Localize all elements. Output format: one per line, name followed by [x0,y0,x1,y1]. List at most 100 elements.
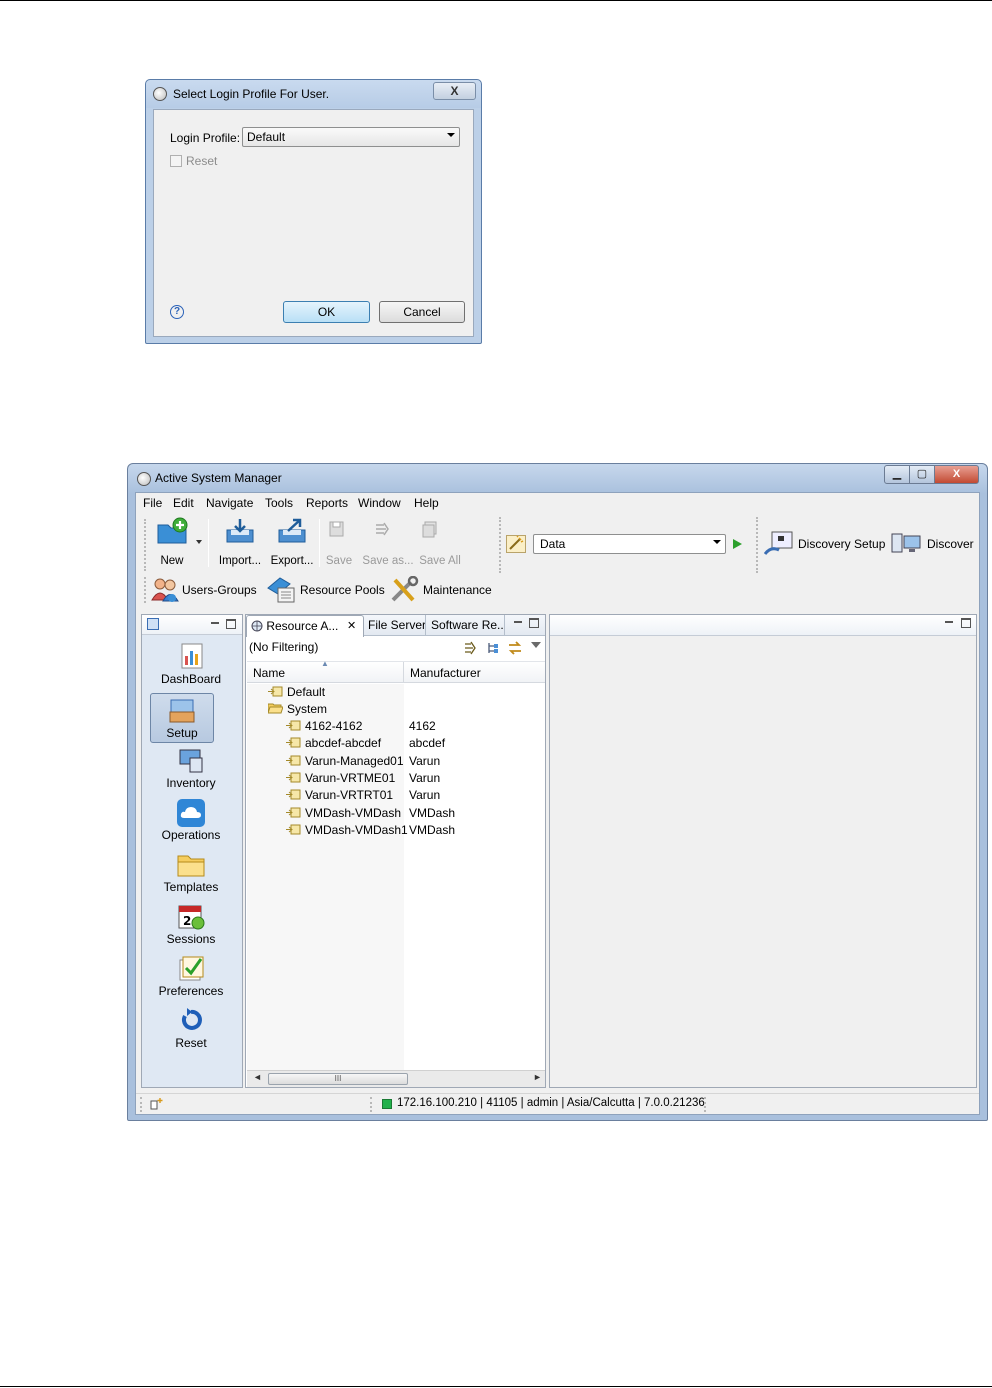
export-icon [278,518,306,543]
nav-sessions[interactable]: 2 Sessions [142,902,240,950]
minimize-panel-icon[interactable] [210,619,220,629]
tree-row[interactable]: Varun-VRTRT01 [286,787,393,804]
data-select-value: Data [540,537,566,551]
horizontal-scrollbar[interactable]: ◄ III ► [247,1070,545,1087]
maximize-panel-icon[interactable] [529,618,539,628]
sort-ascending-icon: ▲ [321,659,329,668]
connection-status-icon [382,1099,392,1109]
resource-pools-button[interactable]: Resource Pools [266,576,385,604]
nav-inventory-label: Inventory [166,776,216,790]
nav-setup[interactable]: Setup [150,693,214,743]
plug-connector-icon [286,823,301,835]
menu-tools[interactable]: Tools [265,496,293,510]
minimize-panel-icon[interactable] [513,618,523,628]
nav-operations[interactable]: Operations [142,798,240,846]
fast-view-icon[interactable] [150,1097,164,1111]
tree-row[interactable]: Varun-VRTME01 [286,770,395,787]
tree-node-system-label: System [287,702,328,716]
page-bottom-rule [0,1386,992,1387]
users-groups-label: Users-Groups [182,583,257,597]
tree-row-name: Varun-VRTME01 [305,770,396,785]
tab-resource-allocation[interactable]: Resource A... ✕ [246,615,364,637]
app-globe-icon [153,87,167,101]
statusbar-grip [140,1097,142,1112]
tree-row[interactable]: abcdef-abcdef [286,735,381,752]
reset-checkbox[interactable] [170,155,182,167]
new-button[interactable]: New [150,517,194,567]
maximize-panel-icon[interactable] [226,619,236,629]
scroll-thumb[interactable]: III [268,1073,408,1085]
nav-templates[interactable]: Templates [142,850,240,898]
view-menu-chevron-icon[interactable] [531,642,541,648]
login-profile-select[interactable]: Default [242,127,460,147]
close-button[interactable]: X [934,465,979,484]
save-all-button[interactable]: Save All [418,517,462,567]
nav-dashboard[interactable]: DashBoard [142,642,240,690]
menu-help[interactable]: Help [414,496,439,510]
save-as-button[interactable]: Save as... [362,517,414,567]
tree-row[interactable]: 4162-4162 [286,718,362,735]
export-button[interactable]: Export... [268,517,316,567]
tree-row-name: Varun-Managed01 [305,753,404,768]
tab-software-repositories[interactable]: Software Re... [427,615,505,635]
tree-node-default[interactable]: Default [268,684,325,701]
nav-inventory[interactable]: Inventory [142,746,240,794]
toolbar-grip [144,519,146,571]
data-wizard-icon[interactable] [506,535,526,553]
discover-button[interactable]: Discover [891,530,975,558]
setup-inbox-icon [167,696,197,726]
maximize-button[interactable]: ▢ [909,465,935,484]
expand-arrow-icon[interactable] [463,641,477,655]
tree-node-system[interactable]: System [267,701,328,718]
sync-arrows-icon[interactable] [507,641,523,655]
chevron-down-icon [713,540,721,544]
scroll-left-icon[interactable]: ◄ [253,1072,262,1082]
tree-row[interactable]: VMDash-VMDash [286,805,401,822]
column-name[interactable]: Name ▲ [247,659,404,683]
nav-sessions-label: Sessions [166,932,216,946]
connection-status-text: 172.16.100.210 | 41105 | admin | Asia/Ca… [397,1097,705,1109]
run-play-icon[interactable] [733,539,742,549]
import-label: Import... [218,555,262,567]
tree-row-name: VMDash-VMDash [305,805,402,820]
tree-row-name: VMDash-VMDash1 [305,822,408,837]
help-icon[interactable]: ? [170,305,184,319]
discovery-setup-button[interactable]: Discovery Setup [764,530,886,558]
maintenance-button[interactable]: Maintenance [389,576,497,604]
menu-window[interactable]: Window [358,496,401,510]
maximize-panel-icon[interactable] [961,618,971,628]
ok-button[interactable]: OK [283,301,370,323]
resource-pools-icon [267,577,295,603]
scroll-right-icon[interactable]: ► [533,1072,542,1082]
import-button[interactable]: Import... [216,517,264,567]
menu-edit[interactable]: Edit [173,496,194,510]
nav-templates-label: Templates [163,880,219,894]
navigation-panel-header [142,615,242,635]
data-select[interactable]: Data [533,534,726,554]
new-dropdown-chevron-icon[interactable] [196,540,202,544]
tab-file-servers[interactable]: File Servers [364,615,426,635]
tree-hierarchy-icon[interactable] [486,641,500,655]
minimize-panel-icon[interactable] [944,618,954,628]
discover-label: Discover [927,537,974,551]
save-button[interactable]: Save [325,517,353,567]
menu-file[interactable]: File [143,496,162,510]
cancel-button[interactable]: Cancel [379,301,465,323]
discovery-setup-label: Discovery Setup [798,537,886,551]
column-manufacturer[interactable]: Manufacturer [405,662,545,683]
tree-header: Name ▲ Manufacturer [247,659,545,683]
menu-reports[interactable]: Reports [306,496,348,510]
minimize-button[interactable]: ▁ [884,465,910,484]
dialog-close-button[interactable]: X [433,82,476,100]
tree-row[interactable]: Varun-Managed01 [286,753,404,770]
nav-reset[interactable]: Reset [142,1006,240,1054]
tab-file-servers-label: File Servers [368,618,426,632]
menu-bar: File Edit Navigate Tools Reports Window … [136,493,979,513]
tab-close-icon[interactable]: ✕ [347,616,356,636]
users-groups-button[interactable]: Users-Groups [150,576,258,604]
export-label: Export... [270,555,314,567]
menu-navigate[interactable]: Navigate [206,496,253,510]
window-client-area: File Edit Navigate Tools Reports Window … [135,492,980,1115]
tree-row[interactable]: VMDash-VMDash1 [286,822,408,839]
nav-preferences[interactable]: Preferences [142,954,240,1002]
